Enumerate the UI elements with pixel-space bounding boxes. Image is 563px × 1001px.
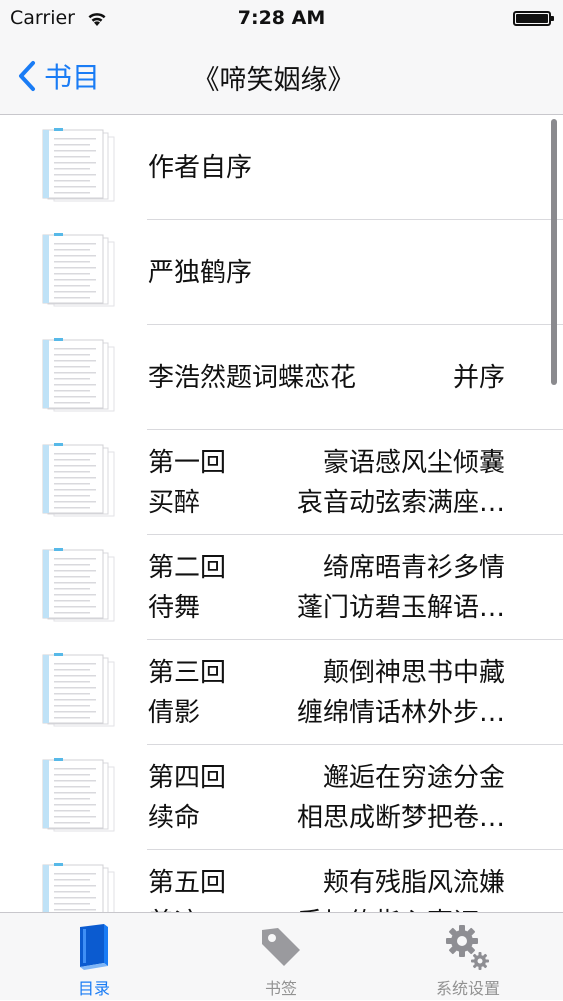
- chapter-title: 严独鹤序: [148, 220, 505, 325]
- chapter-title: 第三回 颠倒神思书中藏倩影 缠绵情话林外步…: [148, 640, 505, 745]
- chapter-title-part: 手加约指心事证…: [297, 903, 505, 913]
- chapter-title: 第二回 绮席晤青衫多情待舞 蓬门访碧玉解语…: [148, 535, 505, 640]
- chapter-row[interactable]: 严独鹤序: [0, 220, 563, 325]
- chapter-title-part: 第三回: [148, 657, 227, 688]
- document-icon: [42, 863, 115, 912]
- tab-label-bookmarks: 书签: [264, 979, 297, 998]
- chapter-title-part: 第一回: [148, 447, 227, 478]
- chapter-title-part: 相思成断梦把卷…: [296, 802, 505, 833]
- chapter-title-part: 颊有残脂风流嫌: [322, 867, 505, 898]
- chapter-title-part: 第四回: [148, 762, 227, 793]
- chapter-title-part: 颠倒神思书中藏: [322, 657, 505, 688]
- chapter-title-part: 买醉: [148, 487, 201, 518]
- chapter-title-part: 第五回: [148, 867, 227, 898]
- document-icon: [42, 653, 115, 727]
- document-icon: [42, 548, 115, 622]
- chapter-row[interactable]: 第五回 颊有残脂风流嫌着迹 手加约指心事证…: [0, 850, 563, 912]
- chapter-title-part: 第二回: [148, 552, 227, 583]
- chapter-title-part: 李浩然题词蝶恋花: [148, 362, 357, 393]
- chapter-title: 第四回 邂逅在穷途分金续命 相思成断梦把卷…: [148, 745, 505, 850]
- chapter-title-part: 哀音动弦索满座…: [296, 487, 505, 518]
- chapter-title: 第五回 颊有残脂风流嫌着迹 手加约指心事证…: [148, 850, 505, 913]
- chapter-title: 第一回 豪语感风尘倾囊买醉 哀音动弦索满座…: [148, 430, 505, 535]
- chapter-title-part: 着迹: [148, 903, 200, 913]
- document-icon: [42, 338, 115, 412]
- chapter-title: 李浩然题词蝶恋花 并序: [148, 325, 505, 430]
- chapter-row[interactable]: 第三回 颠倒神思书中藏倩影 缠绵情话林外步…: [0, 640, 563, 745]
- tab-settings[interactable]: 系统设置: [408, 913, 528, 1001]
- document-icon: [42, 443, 115, 517]
- chapter-title-part: 绮席晤青衫多情: [322, 552, 505, 583]
- clock: 7:28 AM: [237, 7, 326, 29]
- chapter-icon: [42, 548, 118, 630]
- chapter-title-part: 严独鹤序: [148, 257, 253, 288]
- tab-bar: 目录 书签 系统设置: [0, 912, 563, 1000]
- battery-icon: [513, 11, 554, 26]
- chapter-icon: [42, 443, 118, 525]
- chapter-title-part: 并序: [452, 362, 505, 393]
- tab-label-settings: 系统设置: [435, 979, 500, 998]
- chapter-title-part: 续命: [148, 802, 201, 833]
- chapter-row[interactable]: 作者自序: [0, 115, 563, 220]
- chapter-title: 作者自序: [148, 115, 505, 220]
- tab-bookmarks[interactable]: 书签: [221, 913, 341, 1001]
- tab-label-contents: 目录: [77, 979, 110, 998]
- chapter-title-part: 邂逅在穷途分金: [322, 762, 505, 793]
- navigation-bar: 书目 《啼笑姻缘》: [0, 40, 563, 115]
- gears-icon: [446, 925, 489, 970]
- status-bar: Carrier 7:28 AM: [0, 0, 563, 40]
- chapter-row[interactable]: 第四回 邂逅在穷途分金续命 相思成断梦把卷…: [0, 745, 563, 850]
- chapter-icon: [42, 128, 118, 210]
- chapter-title-part: 倩影: [148, 697, 201, 728]
- chapter-icon: [42, 653, 118, 735]
- tab-contents[interactable]: 目录: [34, 913, 154, 1001]
- chapter-icon: [42, 863, 118, 912]
- chapter-icon: [42, 338, 118, 420]
- scrollbar[interactable]: [551, 119, 557, 385]
- document-icon: [42, 128, 115, 202]
- chapter-icon: [42, 758, 118, 840]
- chapter-row[interactable]: 李浩然题词蝶恋花 并序: [0, 325, 563, 430]
- chapter-title-part: 缠绵情话林外步…: [296, 697, 505, 728]
- chapter-row[interactable]: 第二回 绮席晤青衫多情待舞 蓬门访碧玉解语…: [0, 535, 563, 640]
- chapter-title-part: 蓬门访碧玉解语…: [296, 592, 505, 623]
- chapter-icon: [42, 233, 118, 315]
- chapter-title-part: 作者自序: [148, 152, 253, 183]
- document-icon: [42, 758, 115, 832]
- chapter-title-part: 豪语感风尘倾囊: [322, 447, 505, 478]
- document-icon: [42, 233, 115, 307]
- chapter-list[interactable]: 作者自序严独鹤序李浩然题词蝶恋花 并序第一回 豪语感风尘倾囊买醉 哀音动弦索满座… 第二…: [0, 115, 563, 912]
- page-title: 《啼笑姻缘》: [192, 65, 355, 96]
- chapter-row[interactable]: 第一回 豪语感风尘倾囊买醉 哀音动弦索满座…: [0, 430, 563, 535]
- book-icon: [80, 924, 108, 970]
- chapter-title-part: 待舞: [148, 592, 201, 623]
- tag-icon: [262, 928, 300, 966]
